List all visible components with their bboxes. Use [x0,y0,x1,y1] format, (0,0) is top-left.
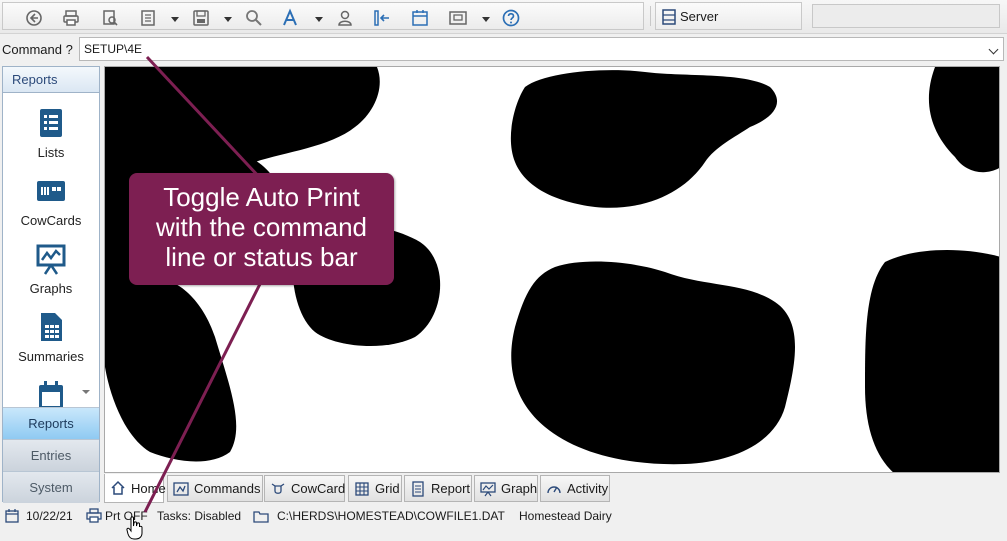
tab-activity[interactable]: Activity [540,475,610,502]
status-file-path[interactable]: C:\HERDS\HOMESTEAD\COWFILE1.DAT [277,509,505,523]
print-preview-icon[interactable] [99,7,121,29]
printer-icon [86,508,102,523]
summary-icon [41,313,62,341]
grid-icon [355,481,369,496]
tab-label: Report [431,481,471,496]
tab-label: Commands [194,481,261,496]
tab-home[interactable]: Home [104,474,166,503]
chevron-down-icon[interactable] [82,390,90,394]
tab-graph[interactable]: Graph [474,475,538,502]
save-icon[interactable] [190,7,212,29]
status-herd-name: Homestead Dairy [519,509,612,523]
chevron-down-icon[interactable] [224,17,232,22]
graph-icon [480,481,496,496]
tab-cowcard[interactable]: CowCard [264,475,345,502]
callout-line: Toggle Auto Print [163,182,360,212]
report-layout-icon[interactable] [137,7,159,29]
toolbar-search-box[interactable] [812,4,1000,28]
report-icon [412,480,424,497]
cow-icon [271,482,285,494]
callout-line: with the command [156,212,367,242]
nav-item-label: CowCards [20,213,82,228]
gauge-icon [547,485,561,493]
user-icon[interactable] [334,7,356,29]
callout-box: Toggle Auto Print with the command line … [129,173,394,285]
graph-icon [36,244,66,275]
tab-label: Home [131,480,166,496]
chevron-down-icon[interactable] [171,17,179,22]
server-icon [662,9,676,28]
tab-label: CowCard [291,481,346,496]
nav-item-lists[interactable]: Lists [3,107,99,171]
tab-label: Graph [501,481,538,496]
nav-item-label: Lists [37,145,65,160]
print-icon[interactable] [60,7,82,29]
nav-section-system[interactable]: System [3,471,99,503]
font-icon[interactable] [279,7,301,29]
tab-label: Activity [567,481,609,496]
commands-icon [173,481,189,496]
left-navigation-pane: Reports Lists CowCards Graphs Summaries … [2,66,100,503]
tab-label: Grid [375,481,400,496]
folder-icon [253,511,269,523]
home-icon [111,480,125,495]
toolbar-separator [650,6,651,26]
tab-grid[interactable]: Grid [348,475,402,502]
status-tasks[interactable]: Tasks: Disabled [157,509,241,523]
command-value[interactable]: SETUP\4E [84,42,142,56]
cowcard-icon [37,181,65,201]
toolbar-main-group [2,2,644,30]
tab-report[interactable]: Report [404,475,472,502]
nav-item-cowcards[interactable]: CowCards [3,175,99,239]
back-icon[interactable] [23,7,45,29]
status-bar: 10/22/21 Prt OFF Tasks: Disabled C:\HERD… [0,505,1007,527]
nav-section-entries[interactable]: Entries [3,439,99,471]
command-input[interactable]: SETUP\4E [79,37,1004,61]
nav-item-graphs[interactable]: Graphs [3,243,99,307]
nav-title: Reports [3,67,99,93]
nav-item-label: Summaries [18,349,84,364]
calendar-report-icon [39,381,63,407]
chevron-down-icon[interactable] [482,17,490,22]
server-button[interactable]: Server [655,2,802,30]
command-label: Command ? [2,42,73,57]
column-left-icon[interactable] [371,7,393,29]
toolbar: Server [0,0,1007,34]
chevron-down-icon[interactable] [988,44,999,55]
calendar-icon[interactable] [409,7,431,29]
list-icon [40,109,62,137]
status-date[interactable]: 10/22/21 [26,509,73,523]
card-icon[interactable] [447,7,469,29]
nav-item-label: Graphs [29,281,73,296]
nav-item-summaries[interactable]: Summaries [3,311,99,375]
tab-commands[interactable]: Commands [167,475,263,502]
calendar-icon [5,509,19,523]
help-icon[interactable] [500,7,522,29]
search-icon[interactable] [243,7,265,29]
hand-cursor-icon [126,516,143,540]
server-label: Server [680,9,719,24]
nav-section-reports[interactable]: Reports [3,407,99,439]
chevron-down-icon[interactable] [315,17,323,22]
callout-line: line or status bar [165,242,358,272]
